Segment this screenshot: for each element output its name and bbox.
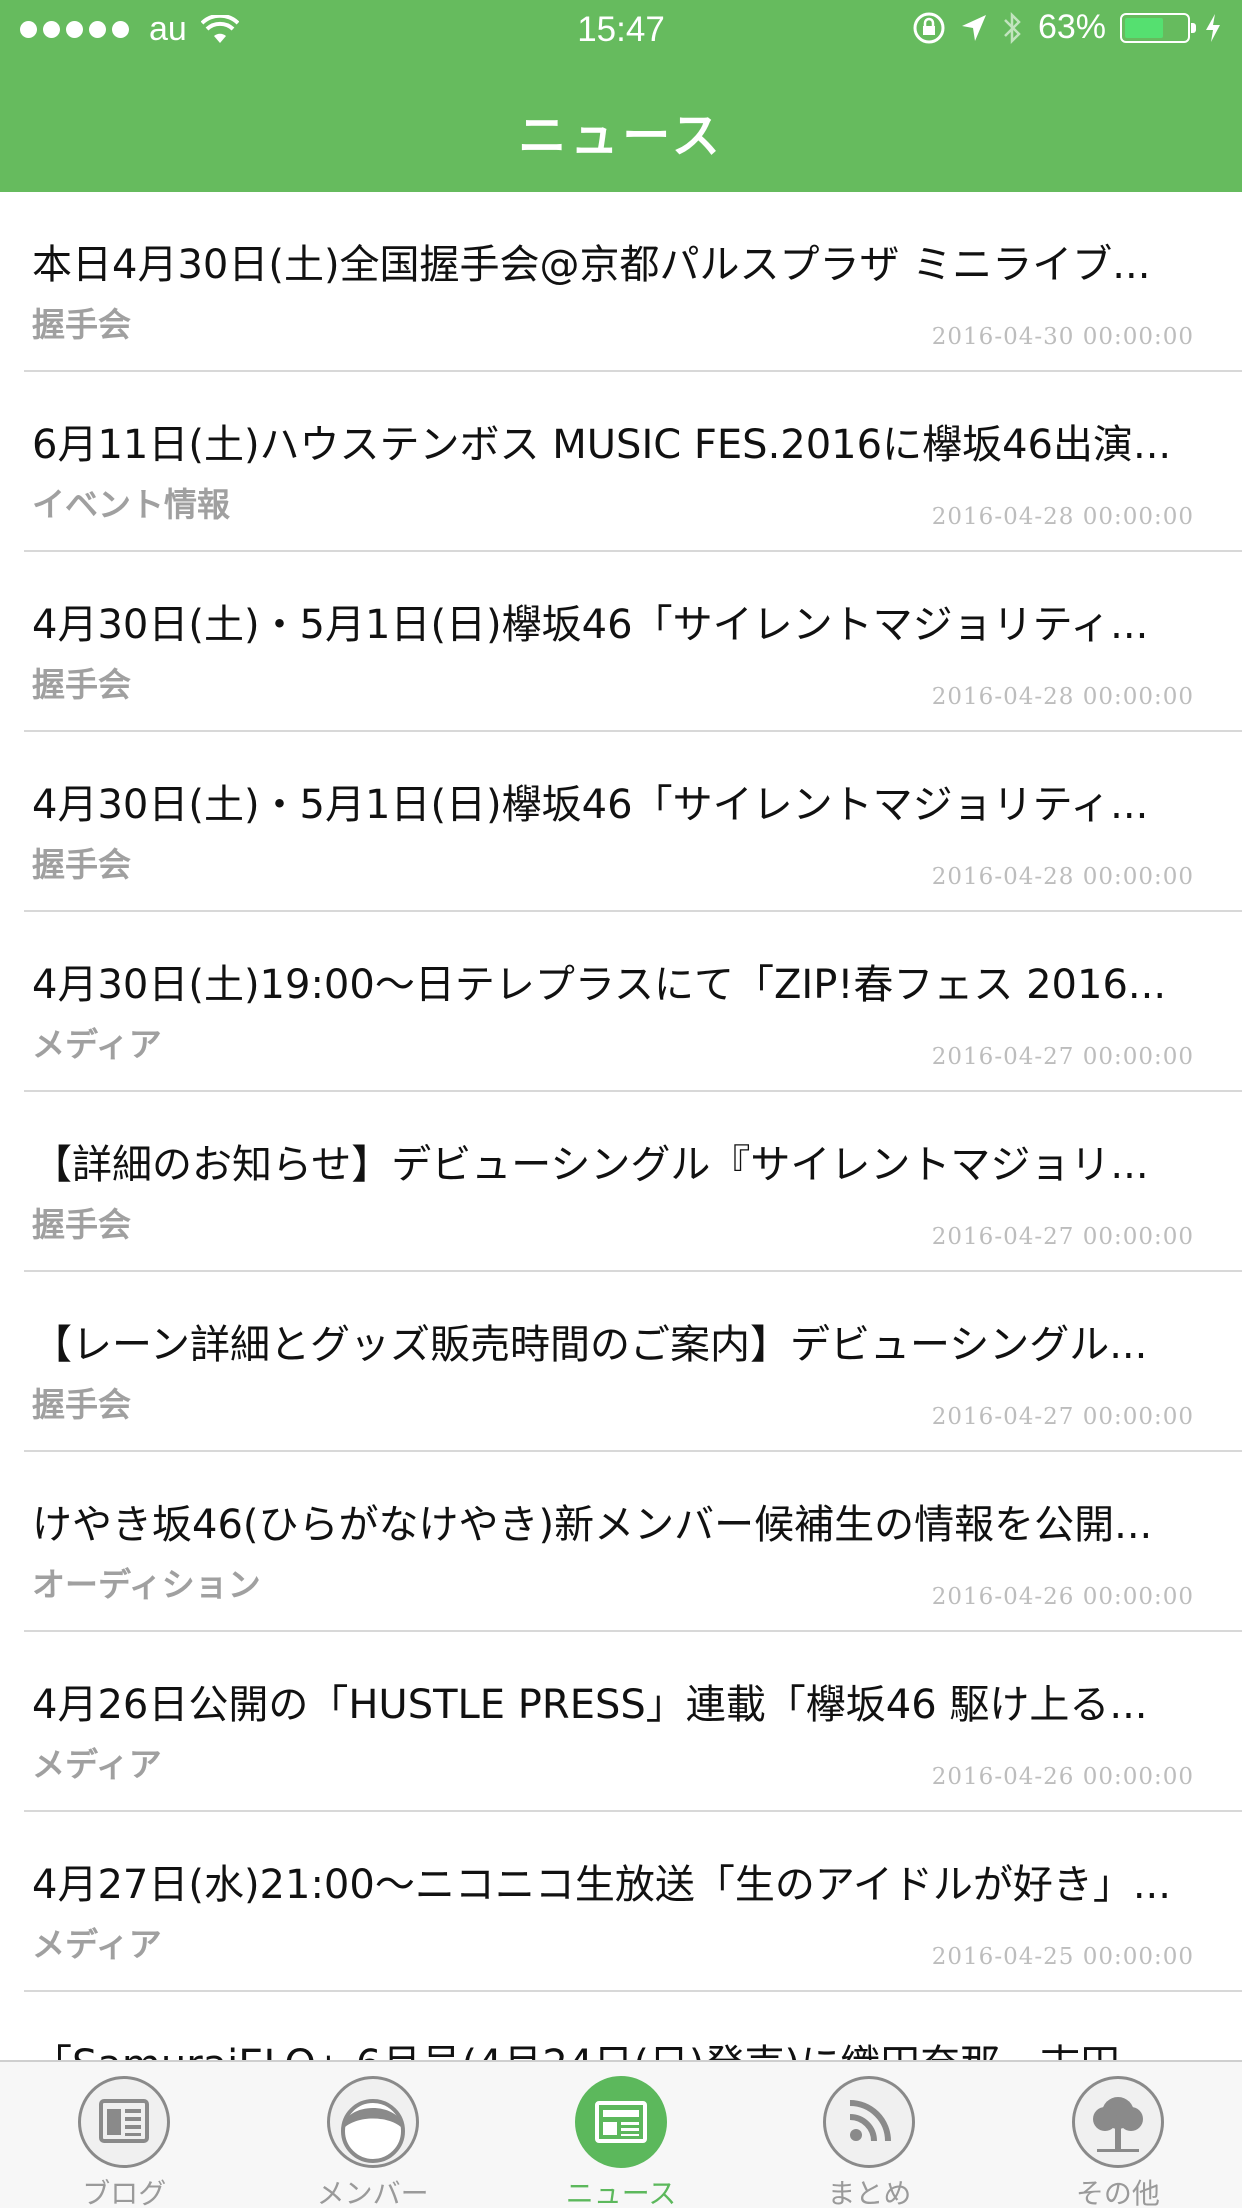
tab-label: その他 <box>1075 2177 1160 2208</box>
news-title: 【レーン詳細とグッズ販売時間のご案内】デビューシングル... <box>32 1322 1148 1368</box>
news-icon <box>575 2076 668 2168</box>
news-item[interactable]: けやき坂46(ひらがなけやき)新メンバー候補生の情報を公開... オーディション 2… <box>24 1452 1242 1632</box>
news-title: けやき坂46(ひらがなけやき)新メンバー候補生の情報を公開... <box>32 1502 1153 1548</box>
news-category: メディア <box>32 1745 162 1784</box>
news-title: 「SamuraiELO」6月号(4月24日(日)発売)に織田奈那、志田... <box>32 2032 1222 2060</box>
news-item[interactable]: 【詳細のお知らせ】デビューシングル『サイレントマジョリ... 握手会 2016-04… <box>24 1092 1242 1272</box>
bluetooth-icon <box>1004 11 1021 44</box>
page-title: ニュース <box>518 108 724 164</box>
news-date: 2016-04-28 00:00:00 <box>931 684 1194 710</box>
news-title: 4月26日公開の「HUSTLE PRESS」連載「欅坂46 駆け上る... <box>32 1682 1148 1728</box>
news-item[interactable]: 4月30日(土)・5月1日(日)欅坂46「サイレントマジョリティ... 握手会 20… <box>24 552 1242 732</box>
news-date: 2016-04-30 00:00:00 <box>931 324 1194 350</box>
news-date: 2016-04-27 00:00:00 <box>931 1044 1194 1070</box>
news-title: 【詳細のお知らせ】デビューシングル『サイレントマジョリ... <box>32 1142 1149 1188</box>
tab-members[interactable]: メンバー <box>248 2062 496 2208</box>
news-title: 本日4月30日(土)全国握手会@京都パルスプラザ ミニライブ... <box>32 242 1151 288</box>
header: au 15:47 63% ニュース <box>0 0 1242 192</box>
battery-icon <box>1120 12 1196 43</box>
tree-icon <box>1071 2076 1164 2168</box>
news-category: イベント情報 <box>32 485 230 524</box>
news-category: 握手会 <box>32 1205 131 1244</box>
charging-icon <box>1206 13 1220 42</box>
news-category: 握手会 <box>32 665 131 704</box>
news-item[interactable]: 本日4月30日(土)全国握手会@京都パルスプラザ ミニライブ... 握手会 2016… <box>24 192 1242 372</box>
news-title: 4月30日(土)・5月1日(日)欅坂46「サイレントマジョリティ... <box>32 782 1149 828</box>
news-category: 握手会 <box>32 845 131 884</box>
news-item[interactable]: 4月26日公開の「HUSTLE PRESS」連載「欅坂46 駆け上る... メディ… <box>24 1632 1242 1812</box>
location-icon <box>961 14 986 41</box>
tab-blog[interactable]: ブログ <box>0 2062 248 2208</box>
member-icon <box>326 2076 419 2168</box>
news-item[interactable]: 4月30日(土)19:00〜日テレプラスにて「ZIP!春フェス 2016... メ… <box>24 912 1242 1092</box>
news-item[interactable]: 6月11日(土)ハウステンボス MUSIC FES.2016に欅坂46出演...… <box>24 372 1242 552</box>
tab-summary[interactable]: まとめ <box>745 2062 993 2208</box>
news-item[interactable]: 「SamuraiELO」6月号(4月24日(日)発売)に織田奈那、志田... <box>24 1992 1242 2060</box>
news-date: 2016-04-28 00:00:00 <box>931 504 1194 530</box>
news-category: メディア <box>32 1025 162 1064</box>
tab-bar: ブログ メンバー ニュース まとめ その他 <box>0 2060 1242 2208</box>
rss-icon <box>823 2076 916 2168</box>
news-date: 2016-04-26 00:00:00 <box>931 1584 1194 1610</box>
news-title: 6月11日(土)ハウステンボス MUSIC FES.2016に欅坂46出演... <box>32 422 1172 468</box>
news-date: 2016-04-26 00:00:00 <box>931 1764 1194 1790</box>
rotation-lock-icon <box>913 12 945 43</box>
news-title: 4月27日(水)21:00〜ニコニコ生放送「生のアイドルが好き」... <box>32 1862 1171 1908</box>
blog-icon <box>78 2076 171 2168</box>
tab-label: ブログ <box>82 2177 167 2208</box>
news-item[interactable]: 4月30日(土)・5月1日(日)欅坂46「サイレントマジョリティ... 握手会 20… <box>24 732 1242 912</box>
news-category: 握手会 <box>32 305 131 344</box>
news-date: 2016-04-25 00:00:00 <box>931 1944 1194 1970</box>
news-date: 2016-04-27 00:00:00 <box>931 1404 1194 1430</box>
tab-label: ニュース <box>565 2177 677 2208</box>
tab-label: まとめ <box>827 2177 912 2208</box>
battery-percent: 63% <box>1037 8 1106 46</box>
news-title: 4月30日(土)・5月1日(日)欅坂46「サイレントマジョリティ... <box>32 602 1149 648</box>
tab-others[interactable]: その他 <box>994 2062 1242 2208</box>
battery-level <box>1125 17 1163 38</box>
news-item[interactable]: 4月27日(水)21:00〜ニコニコ生放送「生のアイドルが好き」... メディア 2… <box>24 1812 1242 1992</box>
news-category: オーディション <box>32 1565 261 1604</box>
news-list[interactable]: 本日4月30日(土)全国握手会@京都パルスプラザ ミニライブ... 握手会 2016… <box>0 192 1242 2060</box>
news-category: 握手会 <box>32 1385 131 1424</box>
news-title: 4月30日(土)19:00〜日テレプラスにて「ZIP!春フェス 2016... <box>32 962 1167 1008</box>
tab-label: メンバー <box>316 2177 429 2208</box>
news-category: メディア <box>32 1925 162 1964</box>
status-bar: au 15:47 63% <box>0 0 1242 60</box>
news-date: 2016-04-28 00:00:00 <box>931 864 1194 890</box>
news-item[interactable]: 【レーン詳細とグッズ販売時間のご案内】デビューシングル... 握手会 2016-04… <box>24 1272 1242 1452</box>
news-date: 2016-04-27 00:00:00 <box>931 1224 1194 1250</box>
status-right: 63% <box>912 8 1222 47</box>
tab-news[interactable]: ニュース <box>497 2062 745 2208</box>
